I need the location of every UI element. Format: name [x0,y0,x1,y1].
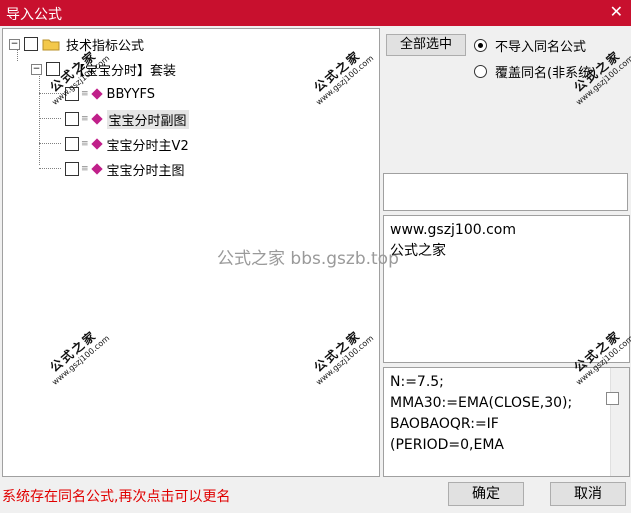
scroll-checkbox[interactable] [606,392,619,405]
title-bar: 导入公式 ✕ [0,0,631,26]
formula-icon [90,88,103,100]
code-panel[interactable]: N:=7.5; MMA30:=EMA(CLOSE,30); BAOBAOQR:=… [383,367,630,477]
skip-duplicate-radio[interactable]: 不导入同名公式 [474,36,586,55]
radio-dot [474,65,487,78]
collapse-toggle[interactable]: − [31,63,42,75]
item-checkbox[interactable] [65,162,79,176]
confirm-button[interactable]: 确定 [448,482,524,506]
formula-icon [90,138,103,150]
cancel-button[interactable]: 取消 [550,482,626,506]
status-message: 系统存在同名公式,再次点击可以更名 [2,489,231,505]
info-text: www.gszj100.com 公式之家 [390,222,517,259]
tree-item-label: 宝宝分时主图 [106,163,185,179]
formula-icon [90,163,103,175]
item-checkbox[interactable] [65,137,79,151]
tree-item[interactable]: ≡ 宝宝分时主图 [65,159,185,179]
window-title: 导入公式 [6,7,62,23]
radio-dot [474,39,487,52]
tree-item-label: 宝宝分时主V2 [106,138,189,154]
info-panel: www.gszj100.com 公式之家 [383,215,630,363]
code-scrollbar[interactable] [610,368,629,476]
select-all-button[interactable]: 全部选中 [386,34,466,56]
code-text: N:=7.5; MMA30:=EMA(CLOSE,30); BAOBAOQR:=… [390,374,573,453]
radio-label: 不导入同名公式 [495,40,587,55]
tree-item[interactable]: ≡ 宝宝分时主V2 [65,134,189,154]
item-checkbox[interactable] [65,112,79,126]
tree-root-label: 技术指标公式 [66,38,145,54]
name-field[interactable] [383,173,628,211]
tree-item-label: 宝宝分时副图 [106,109,189,129]
center-watermark: 公式之家 bbs.gszb.top [217,249,399,269]
collapse-toggle[interactable]: − [9,38,20,50]
tree-item[interactable]: ≡ 宝宝分时副图 [65,109,189,129]
tree-item-label: BBYYFS [106,86,156,102]
tree-root-node[interactable]: − 技术指标公式 [9,34,144,54]
root-checkbox[interactable] [24,37,38,51]
formula-icon [90,113,103,125]
folder-icon [42,39,60,51]
close-icon[interactable]: ✕ [610,2,623,22]
